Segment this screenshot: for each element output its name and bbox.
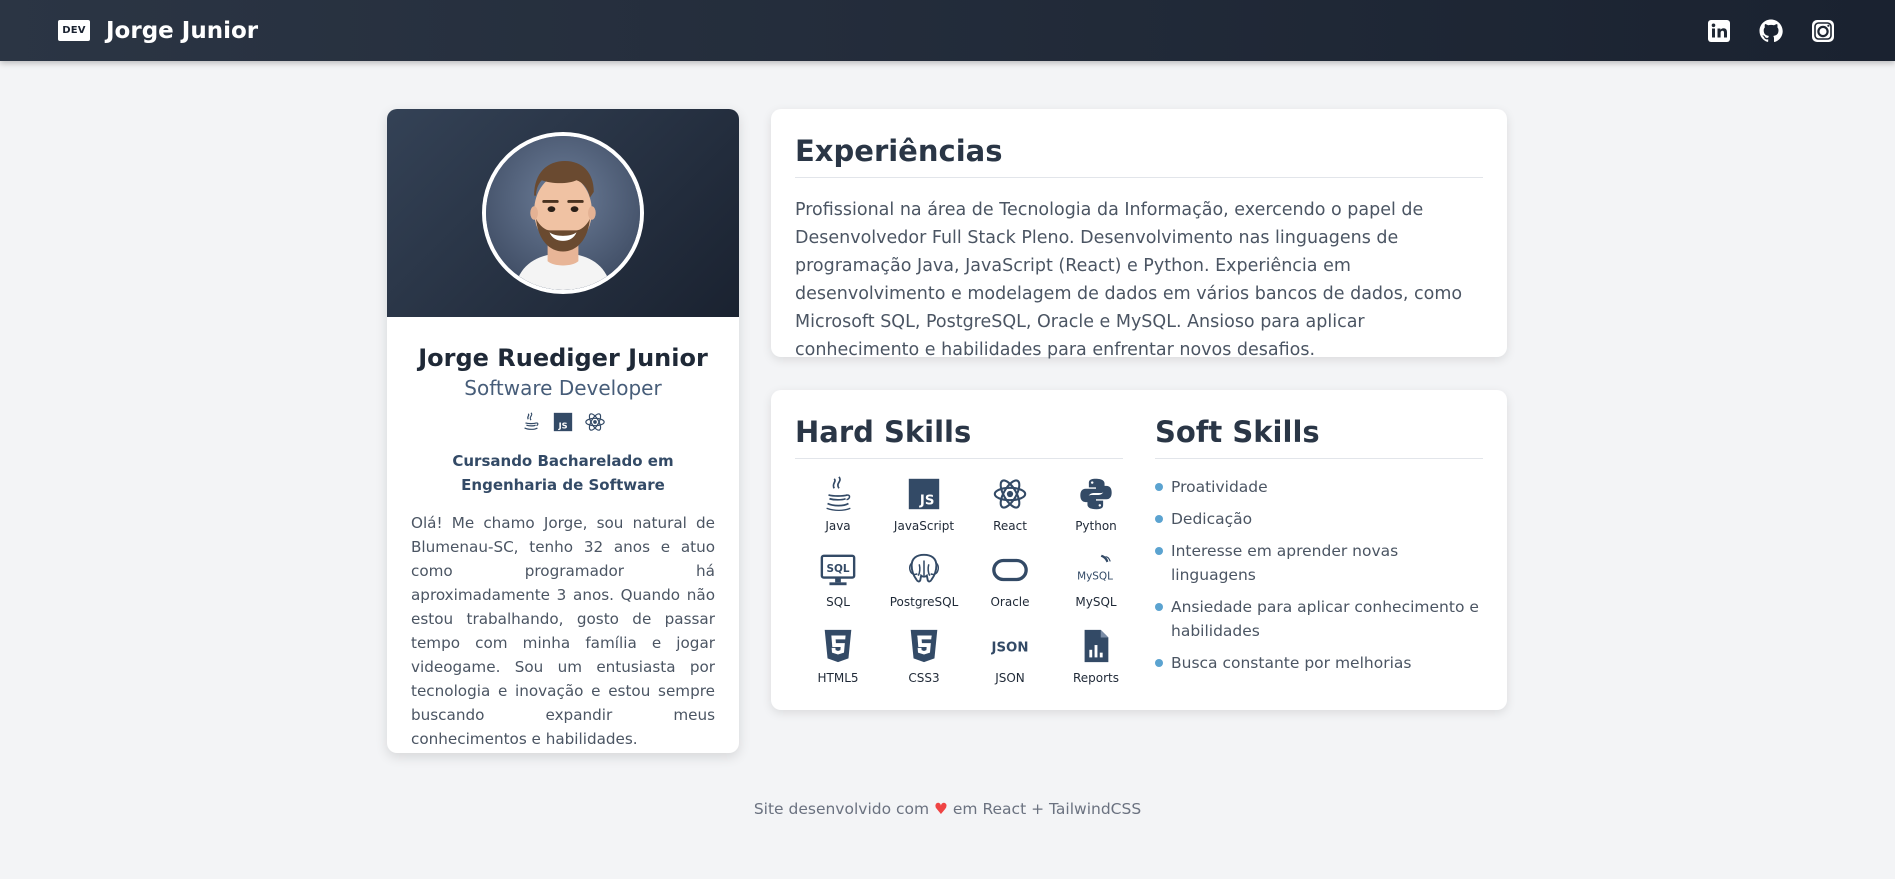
skill-reports: Reports [1053,627,1139,695]
skill-label: PostgreSQL [889,595,959,609]
experience-text: Profissional na área de Tecnologia da In… [795,200,1463,360]
svg-text:SQL: SQL [826,563,849,575]
dev-logo: DEV [58,20,90,41]
profile-card: Jorge Ruediger Junior Software Developer… [387,109,739,753]
footer-prefix: Site desenvolvido com [753,800,930,818]
instagram-icon[interactable] [1811,19,1835,43]
soft-skill-text: Dedicação [1171,510,1253,528]
skill-react: React [967,475,1053,543]
soft-skill-text: Ansiedade para aplicar conhecimento e ha… [1171,598,1479,640]
profile-tech-icons: JS [411,411,715,433]
skill-mysql: MySQL MySQL [1053,551,1139,619]
experience-title: Experiências [795,133,1483,178]
hard-skills-section: Hard Skills Java JS JavaScript React Pyt… [795,414,1123,686]
skill-label: React [993,519,1027,533]
linkedin-link[interactable] [1707,19,1731,43]
soft-skills-section: Soft Skills Proatividade Dedicação Inter… [1155,414,1483,686]
github-link[interactable] [1759,19,1783,43]
soft-skill-text: Proatividade [1171,478,1268,496]
heart-icon: ♥ [934,800,948,818]
skill-label: HTML5 [817,671,859,685]
skill-css3: CSS3 [881,627,967,695]
hard-skills-title: Hard Skills [795,414,1123,459]
json-icon: JSON [991,641,1028,656]
skill-sql: SQL SQL [795,551,881,619]
profile-name: Jorge Ruediger Junior [418,344,708,372]
profile-bio: Olá! Me chamo Jorge, sou natural de Blum… [411,514,715,748]
list-item: Proatividade [1155,475,1483,499]
skills-card: Hard Skills Java JS JavaScript React Pyt… [771,390,1507,710]
linkedin-icon[interactable] [1707,19,1731,43]
java-icon [524,412,539,430]
soft-skill-text: Busca constante por melhorias [1171,654,1412,672]
footer-suffix: em React + TailwindCSS [952,800,1142,818]
brand[interactable]: DEV Jorge Junior [58,18,258,44]
css3-icon [910,629,938,663]
profile-degree: Cursando Bacharelado em Engenharia de So… [452,452,674,494]
skill-label: JavaScript [893,519,955,533]
javascript-icon: JS [553,412,573,432]
github-icon[interactable] [1759,19,1783,43]
navbar: DEV Jorge Junior [0,0,1895,61]
avatar [482,132,644,294]
svg-text:JS: JS [919,493,935,508]
html5-icon [824,629,852,663]
skill-html5: HTML5 [795,627,881,695]
postgresql-icon [908,553,940,583]
skill-label: MySQL [1075,595,1117,609]
skill-json: JSON JSON [967,627,1053,695]
mysql-icon: MySQL [1077,554,1113,583]
bullet-icon [1155,515,1163,523]
brand-name[interactable]: Jorge Junior [106,18,258,44]
experience-card: Experiências Profissional na área de Tec… [771,109,1507,360]
skill-label: Reports [1072,671,1120,685]
react-icon [993,479,1027,509]
skill-java: Java [795,475,881,543]
svg-text:JSON: JSON [991,641,1028,656]
list-item: Dedicação [1155,507,1483,531]
list-item: Ansiedade para aplicar conhecimento e ha… [1155,595,1483,643]
instagram-link[interactable] [1811,19,1835,43]
java-icon [826,476,851,512]
svg-text:MySQL: MySQL [1077,571,1113,583]
social-links [1707,19,1835,43]
sql-icon: SQL [820,554,856,586]
skill-label: Java [825,519,851,533]
skill-oracle: Oracle [967,551,1053,619]
skill-label: Python [1075,519,1117,533]
profile-header [387,109,739,317]
python-icon [1080,478,1112,510]
skill-javascript: JS JavaScript [881,475,967,543]
soft-skill-text: Interesse em aprender novas linguagens [1171,542,1399,584]
bullet-icon [1155,659,1163,667]
skill-label: CSS3 [908,671,940,685]
footer: Site desenvolvido com ♥ em React + Tailw… [0,800,1895,818]
react-icon [585,413,605,431]
avatar-illustration [486,136,640,290]
oracle-icon [992,558,1028,582]
list-item: Busca constante por melhorias [1155,651,1483,675]
skill-label: SQL [826,595,850,609]
skill-label: Oracle [990,595,1030,609]
soft-skills-title: Soft Skills [1155,414,1483,459]
javascript-icon: JS [908,478,940,510]
soft-skills-list: Proatividade Dedicação Interesse em apre… [1155,475,1483,675]
bullet-icon [1155,603,1163,611]
profile-body: Jorge Ruediger Junior Software Developer… [387,317,739,751]
bullet-icon [1155,547,1163,555]
skill-label: JSON [995,671,1025,685]
skill-python: Python [1053,475,1139,543]
hard-skills-grid: Java JS JavaScript React Python SQL SQL … [795,475,1123,695]
skill-postgresql: PostgreSQL [881,551,967,619]
profile-role: Software Developer [464,376,662,400]
bullet-icon [1155,483,1163,491]
reports-icon [1084,629,1109,663]
svg-text:JS: JS [558,420,568,430]
list-item: Interesse em aprender novas linguagens [1155,539,1483,587]
